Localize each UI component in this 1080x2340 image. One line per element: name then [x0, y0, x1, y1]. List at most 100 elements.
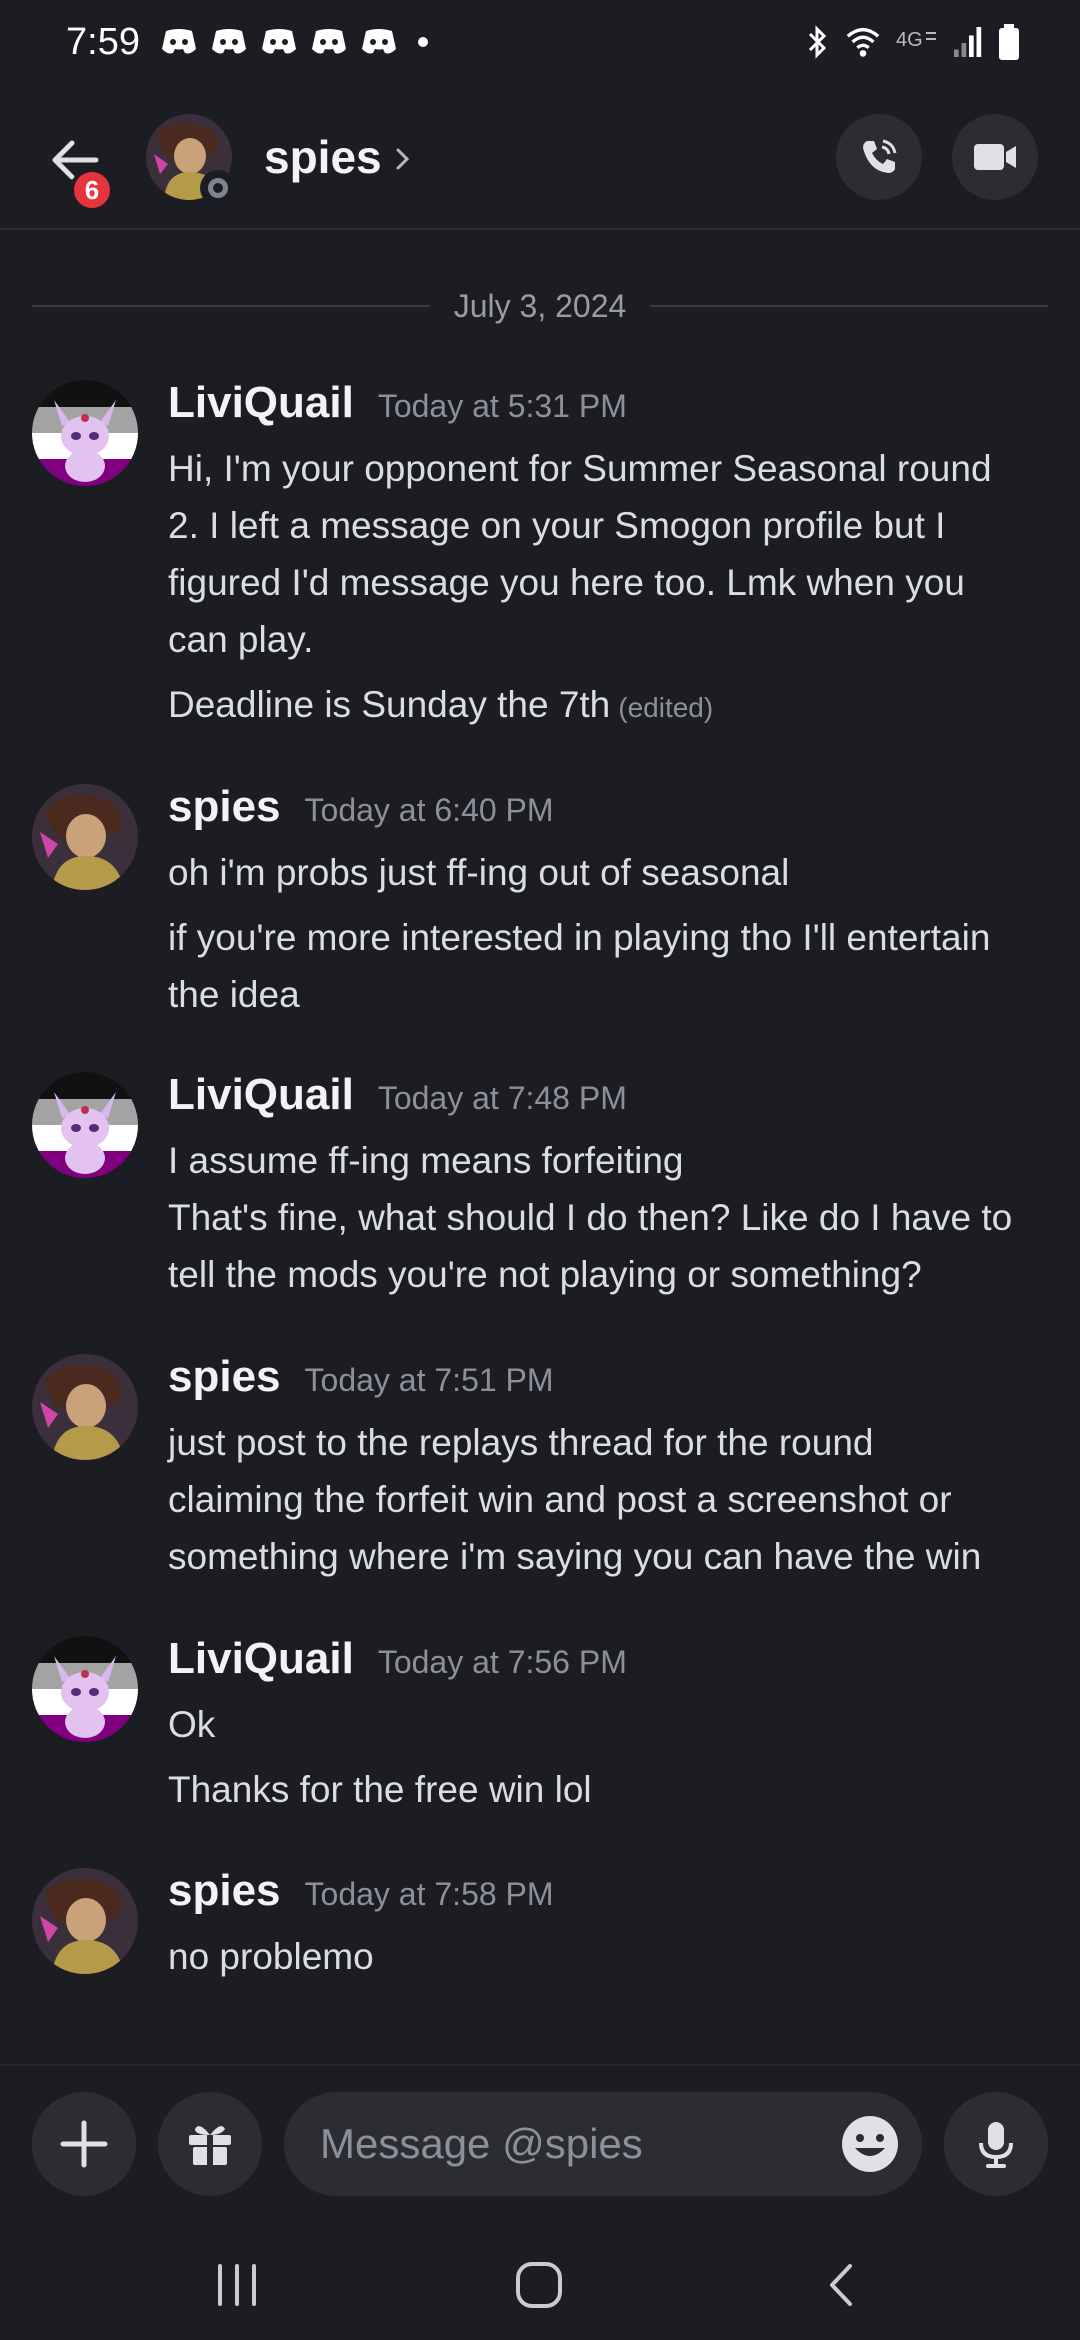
unread-count-badge: 6: [70, 168, 114, 212]
message-author[interactable]: LiviQuail: [168, 378, 354, 428]
message-composer: Message @spies: [0, 2064, 1080, 2216]
message-text: the idea: [168, 974, 300, 1015]
liviquail-avatar-image: [32, 1072, 138, 1178]
network-4g-icon: 4G: [896, 29, 936, 51]
message-body: oh i'm probs just ff-ing out of seasonal…: [168, 844, 1048, 1023]
message-body: no problemo: [168, 1928, 1048, 1985]
message-timestamp: Today at 7:51 PM: [304, 1362, 554, 1398]
system-back-icon[interactable]: [822, 2262, 862, 2308]
signal-icon: [954, 27, 982, 57]
message-header: spies Today at 7:51 PM: [168, 1352, 554, 1402]
discord-notification-icon: [361, 29, 396, 54]
message-header: spies Today at 7:58 PM: [168, 1866, 554, 1916]
gift-icon: [189, 2126, 231, 2165]
message-text: Hi, I'm your opponent for Summer Seasona…: [168, 448, 992, 489]
message-group: spies Today at 7:51 PM just post to the …: [0, 1352, 1080, 1582]
voice-message-button[interactable]: [944, 2092, 1048, 2196]
message-text: tell the mods you're not playing or some…: [168, 1254, 922, 1295]
message-author[interactable]: spies: [168, 1866, 281, 1916]
date-divider: July 3, 2024: [32, 284, 1048, 328]
video-call-button[interactable]: [952, 114, 1038, 200]
message-text: just post to the replays thread for the …: [168, 1422, 874, 1463]
message-group: spies Today at 6:40 PM oh i'm probs just…: [0, 782, 1080, 1015]
message-input-placeholder: Message @spies: [320, 2120, 643, 2167]
liviquail-avatar[interactable]: [32, 1636, 138, 1742]
system-navigation-bar: [0, 2216, 1080, 2340]
message-text: can play.: [168, 619, 314, 660]
edited-label: (edited): [618, 692, 714, 723]
status-right: 4G: [806, 24, 1020, 60]
message-text: if you're more interested in playing tho…: [168, 917, 991, 958]
notification-icons: [160, 27, 428, 57]
message-text: oh i'm probs just ff-ing out of seasonal: [168, 852, 790, 893]
message-timestamp: Today at 7:56 PM: [377, 1644, 627, 1680]
message-header: spies Today at 6:40 PM: [168, 782, 554, 832]
phone-call-icon: [863, 139, 897, 173]
gift-button[interactable]: [158, 2092, 262, 2196]
message-author[interactable]: spies: [168, 782, 281, 832]
chevron-right-icon[interactable]: [392, 144, 414, 174]
spies-avatar[interactable]: [32, 784, 138, 890]
spies-avatar-image: [32, 1354, 138, 1460]
message-author[interactable]: LiviQuail: [168, 1070, 354, 1120]
video-camera-icon: [974, 144, 1016, 170]
wifi-icon: [846, 27, 880, 57]
message-author[interactable]: LiviQuail: [168, 1634, 354, 1684]
status-time: 7:59: [66, 20, 140, 63]
spies-avatar[interactable]: [32, 1868, 138, 1974]
date-divider-label: July 3, 2024: [453, 287, 627, 324]
message-timestamp: Today at 7:58 PM: [304, 1876, 554, 1912]
emoji-icon[interactable]: [840, 2114, 900, 2174]
status-bar: 7:59 4G: [0, 0, 1080, 84]
divider-line: [650, 305, 1048, 307]
chat-header: 6 spies: [0, 100, 1080, 230]
message-group: spies Today at 7:58 PM no problemo: [0, 1866, 1080, 1996]
message-body: Ok Thanks for the free win lol: [168, 1696, 1048, 1818]
message-input[interactable]: Message @spies: [284, 2092, 922, 2196]
message-body: I assume ff-ing means forfeiting That's …: [168, 1132, 1048, 1303]
message-text: Thanks for the free win lol: [168, 1769, 592, 1810]
message-header: LiviQuail Today at 7:48 PM: [168, 1070, 627, 1120]
message-author[interactable]: spies: [168, 1352, 281, 1402]
battery-icon: [999, 24, 1019, 60]
bluetooth-icon: [808, 25, 827, 59]
spies-avatar-image: [32, 784, 138, 890]
discord-notification-icon: [261, 29, 296, 54]
message-text: I assume ff-ing means forfeiting: [168, 1140, 684, 1181]
message-text: Ok: [168, 1704, 216, 1745]
add-attachment-button[interactable]: [32, 2092, 136, 2196]
presence-status-indicator: [200, 170, 236, 206]
discord-notification-icon: [161, 29, 196, 54]
spies-avatar[interactable]: [32, 1354, 138, 1460]
message-text: no problemo: [168, 1936, 374, 1977]
liviquail-avatar[interactable]: [32, 1072, 138, 1178]
contact-name[interactable]: spies: [264, 130, 382, 184]
message-text: claiming the forfeit win and post a scre…: [168, 1479, 952, 1520]
message-header: LiviQuail Today at 7:56 PM: [168, 1634, 627, 1684]
spies-avatar-image: [32, 1868, 138, 1974]
voice-call-button[interactable]: [836, 114, 922, 200]
liviquail-avatar-image: [32, 1636, 138, 1742]
svg-text:4G: 4G: [896, 29, 923, 51]
discord-notification-icon: [311, 29, 346, 54]
message-text: 2. I left a message on your Smogon profi…: [168, 505, 946, 546]
message-timestamp: Today at 5:31 PM: [377, 388, 627, 424]
more-notifications-dot: [417, 37, 428, 47]
message-text: something where i'm saying you can have …: [168, 1536, 982, 1577]
home-icon[interactable]: [514, 2262, 564, 2308]
discord-notification-icon: [211, 29, 246, 54]
message-text: Deadline is Sunday the 7th: [168, 684, 611, 725]
message-timestamp: Today at 6:40 PM: [304, 792, 554, 828]
message-header: LiviQuail Today at 5:31 PM: [168, 378, 627, 428]
message-body: Hi, I'm your opponent for Summer Seasona…: [168, 440, 1048, 736]
recent-apps-icon[interactable]: [214, 2262, 260, 2308]
message-group: LiviQuail Today at 7:56 PM Ok Thanks for…: [0, 1634, 1080, 1814]
message-group: LiviQuail Today at 7:48 PM I assume ff-i…: [0, 1070, 1080, 1300]
message-text-edited: Deadline is Sunday the 7th (edited): [168, 676, 1048, 736]
microphone-icon: [979, 2122, 1013, 2168]
message-timestamp: Today at 7:48 PM: [377, 1080, 627, 1116]
message-group: LiviQuail Today at 5:31 PM Hi, I'm your …: [0, 378, 1080, 728]
liviquail-avatar[interactable]: [32, 380, 138, 486]
message-text: figured I'd message you here too. Lmk wh…: [168, 562, 965, 603]
liviquail-avatar-image: [32, 380, 138, 486]
